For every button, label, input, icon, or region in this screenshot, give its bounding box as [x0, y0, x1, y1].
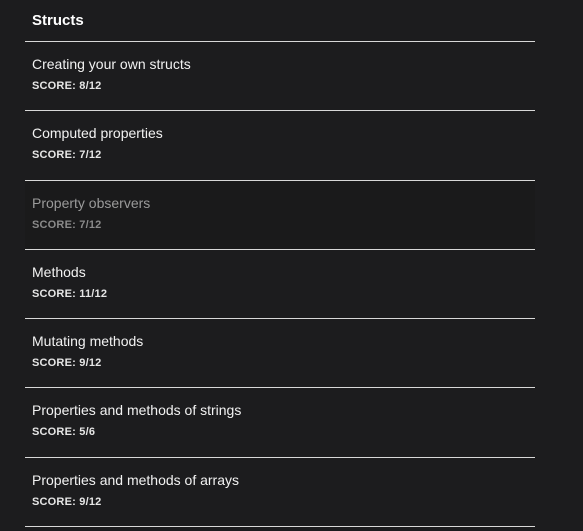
- score-label: SCORE:: [32, 287, 76, 300]
- list-item-score: SCORE: 9/12: [32, 357, 535, 370]
- list-item-score: SCORE: 7/12: [32, 149, 535, 162]
- list-item-score: SCORE: 9/12: [32, 496, 535, 509]
- score-label: SCORE:: [32, 149, 76, 162]
- list-item-properties-and-methods-of-arrays[interactable]: Properties and methods of arrays SCORE: …: [25, 458, 535, 528]
- score-value: 9/12: [79, 495, 102, 508]
- list-item-title: Methods: [32, 263, 86, 280]
- score-label: SCORE:: [32, 357, 76, 370]
- list-item-computed-properties[interactable]: Computed properties SCORE: 7/12: [25, 111, 535, 181]
- score-value: 8/12: [79, 80, 102, 92]
- list-item-mutating-methods[interactable]: Mutating methods SCORE: 9/12: [25, 319, 535, 389]
- score-label: SCORE:: [32, 495, 76, 508]
- list-item-title: Mutating methods: [32, 333, 144, 350]
- list-item-title: Property observers: [32, 194, 151, 211]
- list-item-title: Properties and methods of strings: [32, 402, 242, 419]
- score-value: 7/12: [79, 218, 102, 231]
- score-value: 11/12: [79, 287, 108, 300]
- score-value: 7/12: [79, 149, 102, 162]
- list-item-title: Creating your own structs: [32, 56, 191, 72]
- score-label: SCORE:: [32, 218, 76, 231]
- list-item-score: SCORE: 7/12: [32, 219, 535, 232]
- list-item-property-observers[interactable]: Property observers SCORE: 7/12: [25, 180, 535, 250]
- list-item-title: Properties and methods of arrays: [32, 471, 239, 488]
- list-item-score: SCORE: 11/12: [32, 288, 535, 301]
- section-title: Structs: [32, 12, 84, 29]
- list-item-properties-and-methods-of-strings[interactable]: Properties and methods of strings SCORE:…: [25, 388, 535, 458]
- score-value: 5/6: [79, 426, 96, 439]
- score-label: SCORE:: [32, 80, 76, 92]
- list-item-title: Computed properties: [32, 125, 163, 142]
- score-label: SCORE:: [32, 426, 76, 439]
- list-item-score: SCORE: 5/6: [32, 426, 535, 439]
- score-value: 9/12: [79, 357, 102, 370]
- list-item-score: SCORE: 8/12: [32, 80, 535, 93]
- list-item-methods[interactable]: Methods SCORE: 11/12: [25, 250, 535, 320]
- structs-list-panel: Structs Creating your own structs SCORE:…: [25, 0, 535, 528]
- section-header-structs: Structs: [25, 0, 535, 42]
- list-item-creating-your-own-structs[interactable]: Creating your own structs SCORE: 8/12: [25, 42, 535, 112]
